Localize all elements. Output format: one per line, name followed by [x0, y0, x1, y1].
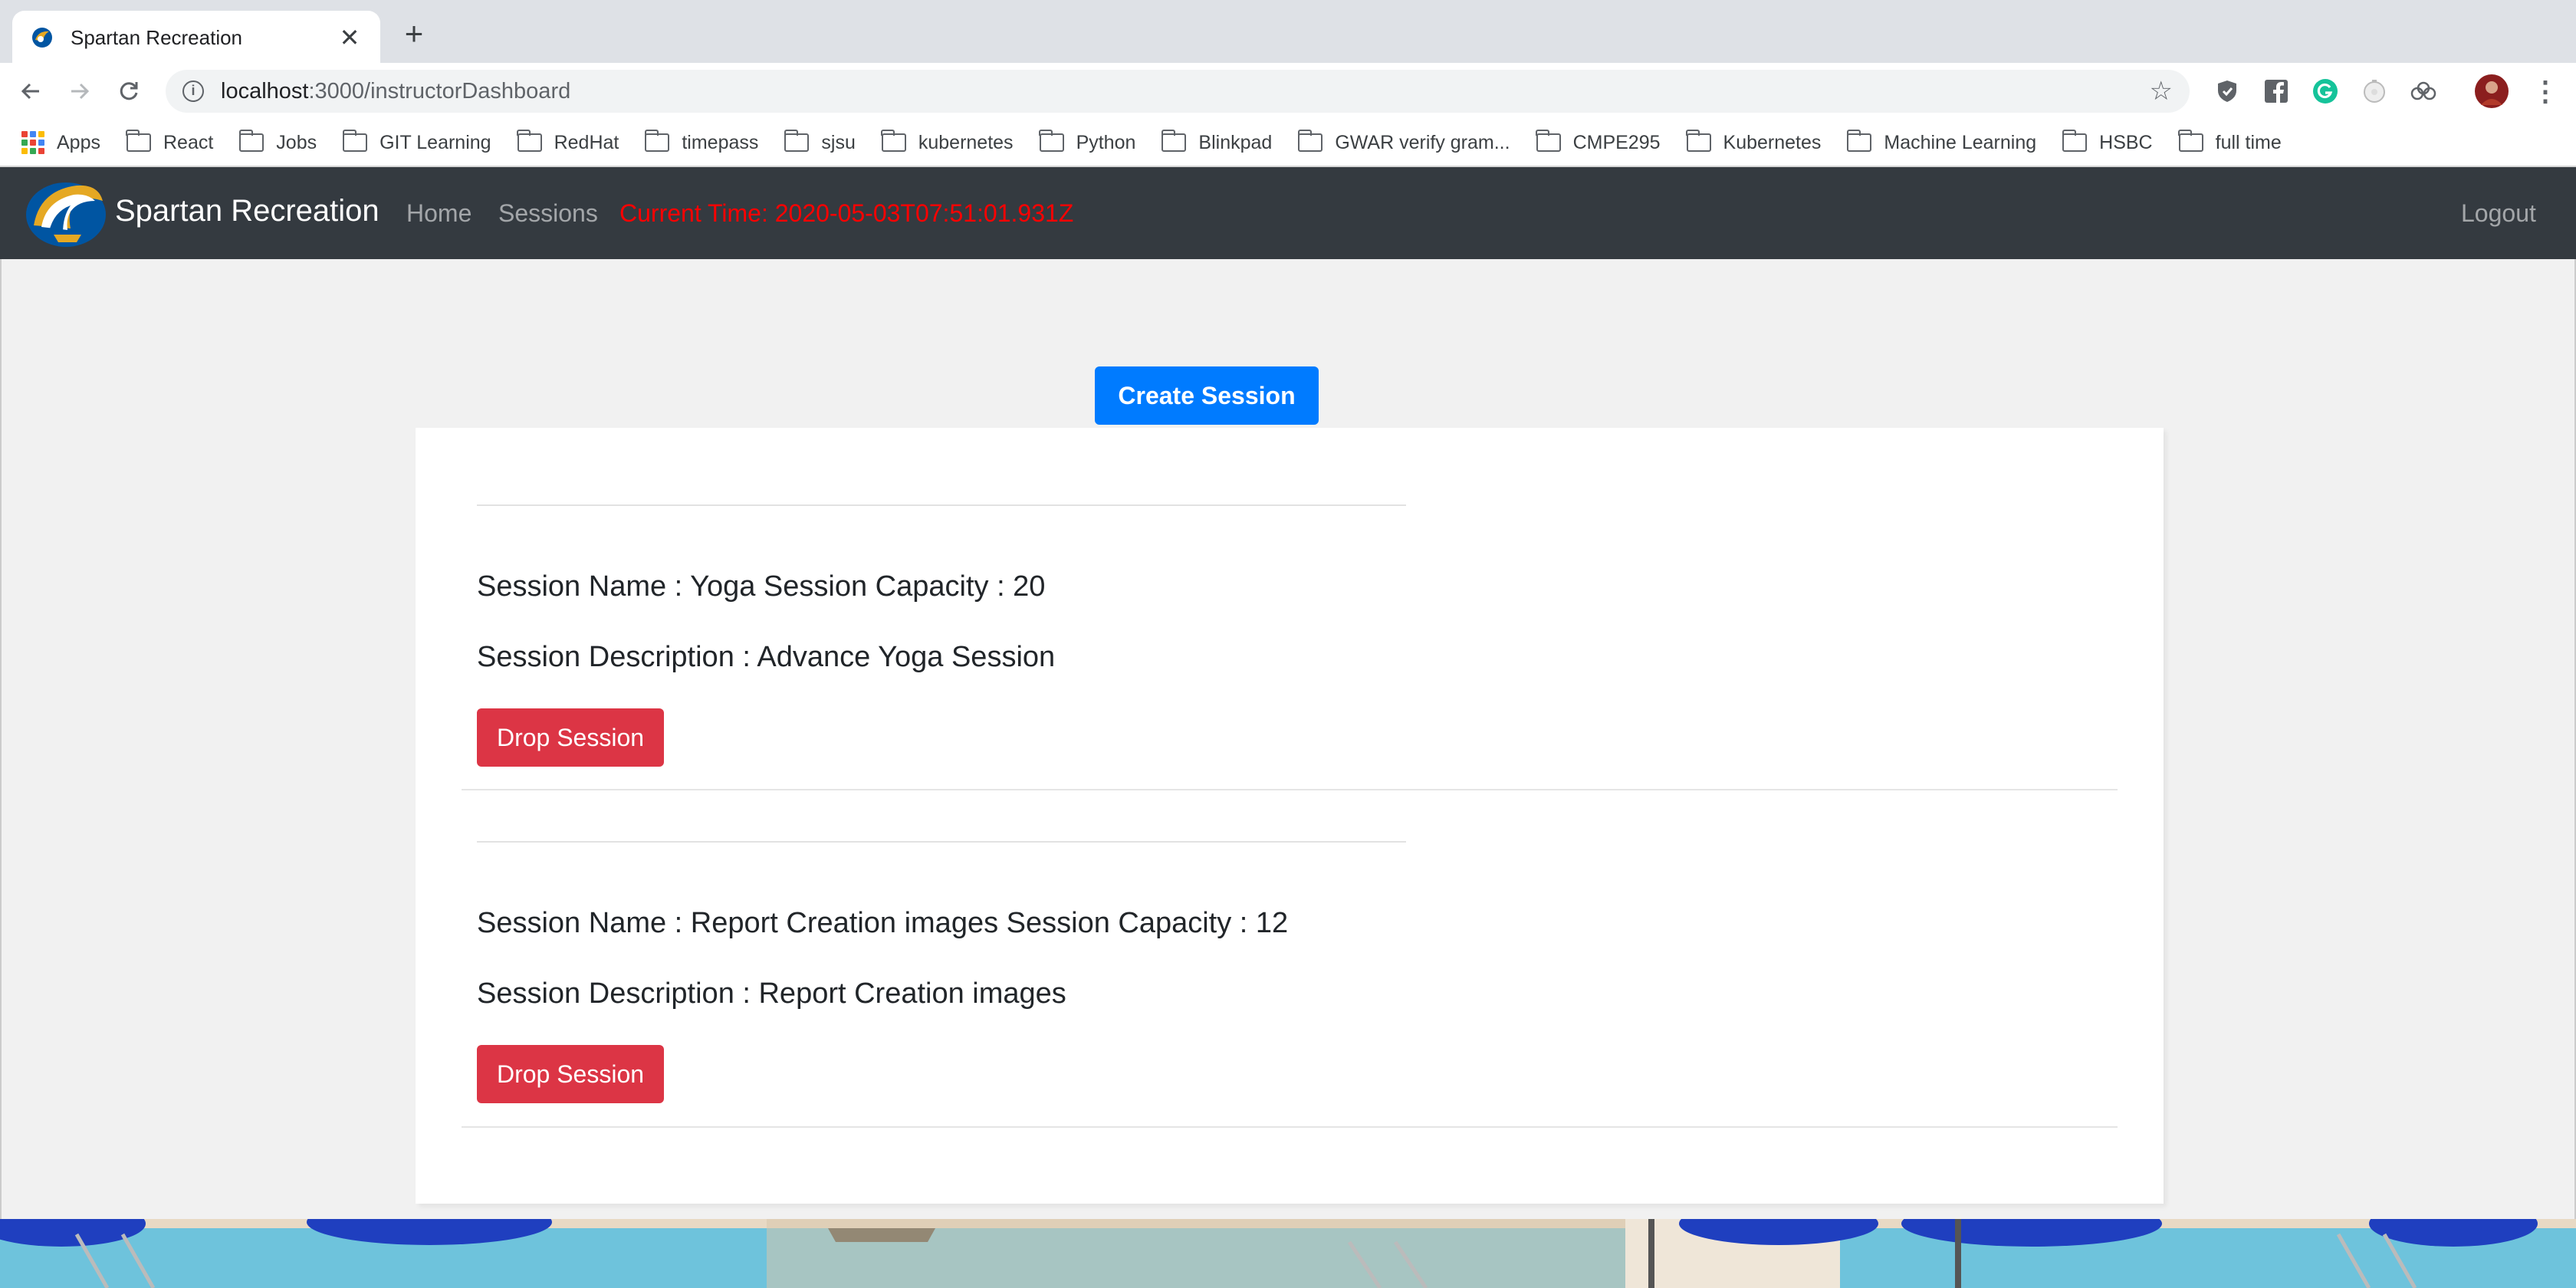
bookmark-label: CMPE295	[1572, 131, 1661, 153]
bookmark-label: HSBC	[2099, 131, 2153, 153]
url-path: :3000/instructorDashboard	[308, 78, 571, 104]
cloud-extension-icon[interactable]	[2409, 77, 2438, 106]
folder-icon	[1686, 130, 1711, 152]
site-navbar: Spartan Recreation Home Sessions Current…	[0, 167, 2576, 259]
pool-background-image	[0, 1219, 2576, 1288]
nav-logout[interactable]: Logout	[2461, 199, 2536, 228]
sessions-card: Session Name : Yoga Session Capacity : 2…	[416, 428, 2164, 1204]
url-host: localhost	[221, 78, 309, 104]
folder-icon	[238, 130, 264, 152]
info-icon[interactable]: i	[182, 80, 204, 102]
session-item: Session Name : Report Creation images Se…	[462, 790, 2118, 1128]
bookmark-folder[interactable]: RedHat	[517, 130, 619, 154]
divider	[477, 841, 1406, 843]
bookmark-folder[interactable]: Jobs	[238, 130, 317, 154]
brand-name[interactable]: Spartan Recreation	[115, 194, 380, 228]
new-tab-button[interactable]: +	[399, 18, 429, 50]
bookmark-label: React	[163, 131, 214, 153]
session-description-line: Session Description : Advance Yoga Sessi…	[477, 641, 1056, 673]
back-button[interactable]	[11, 71, 51, 111]
bookmark-folder[interactable]: kubernetes	[881, 130, 1014, 154]
bookmark-label: GWAR verify gram...	[1335, 131, 1510, 153]
bookmark-folder[interactable]: Machine Learning	[1846, 130, 2037, 154]
drop-session-button[interactable]: Drop Session	[477, 1045, 664, 1103]
grammarly-extension-icon[interactable]	[2311, 77, 2340, 106]
folder-icon	[1039, 130, 1064, 152]
nav-sessions[interactable]: Sessions	[498, 199, 598, 228]
bookmark-folder[interactable]: full time	[2178, 130, 2282, 154]
profile-avatar[interactable]	[2475, 74, 2509, 108]
bookmark-label: RedHat	[554, 131, 619, 153]
close-tab-icon[interactable]: ✕	[336, 24, 363, 51]
address-bar[interactable]: i localhost:3000/instructorDashboard ☆	[166, 70, 2190, 113]
bookmark-folder[interactable]: timepass	[644, 130, 759, 154]
bookmark-label: Jobs	[276, 131, 317, 153]
session-name-line: Session Name : Report Creation images Se…	[477, 907, 1289, 939]
bookmark-folder[interactable]: Blinkpad	[1161, 130, 1273, 154]
bookmark-folder[interactable]: Python	[1039, 130, 1136, 154]
bookmark-label: kubernetes	[918, 131, 1014, 153]
bookmark-folder[interactable]: CMPE295	[1536, 130, 1661, 154]
bookmark-star-icon[interactable]: ☆	[2150, 76, 2173, 107]
session-description-line: Session Description : Report Creation im…	[477, 978, 1066, 1010]
session-item: Session Name : Yoga Session Capacity : 2…	[462, 428, 2118, 790]
main-content: Create Session Session Name : Yoga Sessi…	[0, 259, 2576, 1219]
bookmark-label: Apps	[57, 131, 100, 153]
bookmark-label: Python	[1076, 131, 1136, 153]
folder-icon	[881, 130, 906, 152]
bookmark-folder[interactable]: Kubernetes	[1686, 130, 1822, 154]
bookmark-label: Blinkpad	[1198, 131, 1273, 153]
divider	[477, 504, 1406, 506]
folder-icon	[1846, 130, 1872, 152]
folder-icon	[1297, 130, 1323, 152]
drop-session-button[interactable]: Drop Session	[477, 708, 664, 767]
bookmark-apps[interactable]: Apps	[21, 131, 100, 154]
browser-toolbar: i localhost:3000/instructorDashboard ☆ ⋮	[0, 63, 2576, 120]
browser-menu-icon[interactable]: ⋮	[2532, 75, 2559, 107]
arrow-right-icon	[71, 83, 90, 100]
tab-title: Spartan Recreation	[71, 25, 243, 49]
spartan-favicon-icon	[29, 25, 55, 51]
folder-icon	[517, 130, 542, 152]
bookmark-label: sjsu	[821, 131, 856, 153]
bookmark-label: full time	[2215, 131, 2282, 153]
bookmark-label: timepass	[682, 131, 759, 153]
folder-icon	[2062, 130, 2088, 152]
arrow-left-icon	[21, 83, 39, 100]
bookmark-label: GIT Learning	[380, 131, 491, 153]
spartan-logo[interactable]	[23, 178, 109, 248]
forward-button[interactable]	[60, 71, 100, 111]
folder-icon	[1161, 130, 1187, 152]
shield-extension-icon[interactable]	[2213, 77, 2242, 106]
bookmark-folder[interactable]: React	[126, 130, 214, 154]
create-session-button[interactable]: Create Session	[1095, 366, 1319, 425]
timer-extension-icon[interactable]	[2360, 77, 2389, 106]
reload-icon	[120, 82, 138, 100]
folder-icon	[644, 130, 670, 152]
bookmark-folder[interactable]: HSBC	[2062, 130, 2153, 154]
current-time: Current Time: 2020-05-03T07:51:01.931Z	[619, 199, 1074, 227]
bookmark-label: Machine Learning	[1884, 131, 2037, 153]
url-text[interactable]: localhost:3000/instructorDashboard	[221, 79, 2150, 104]
reload-button[interactable]	[109, 71, 149, 111]
nav-home[interactable]: Home	[406, 199, 472, 228]
bookmarks-bar: Apps React Jobs GIT Learning RedHat time…	[0, 120, 2576, 167]
bookmark-folder[interactable]: GWAR verify gram...	[1297, 130, 1510, 154]
facebook-extension-icon[interactable]	[2262, 77, 2291, 106]
folder-icon	[1536, 130, 1561, 152]
bookmark-folder[interactable]: GIT Learning	[342, 130, 491, 154]
apps-grid-icon	[21, 131, 44, 154]
folder-icon	[342, 130, 368, 152]
bookmark-label: Kubernetes	[1723, 131, 1822, 153]
folder-icon	[784, 130, 810, 152]
folder-icon	[126, 130, 151, 152]
browser-tab[interactable]: Spartan Recreation ✕	[12, 11, 380, 64]
bookmark-folder[interactable]: sjsu	[784, 130, 856, 154]
session-name-line: Session Name : Yoga Session Capacity : 2…	[477, 570, 1046, 603]
folder-icon	[2178, 130, 2203, 152]
browser-tab-strip: Spartan Recreation ✕ +	[0, 0, 2576, 64]
